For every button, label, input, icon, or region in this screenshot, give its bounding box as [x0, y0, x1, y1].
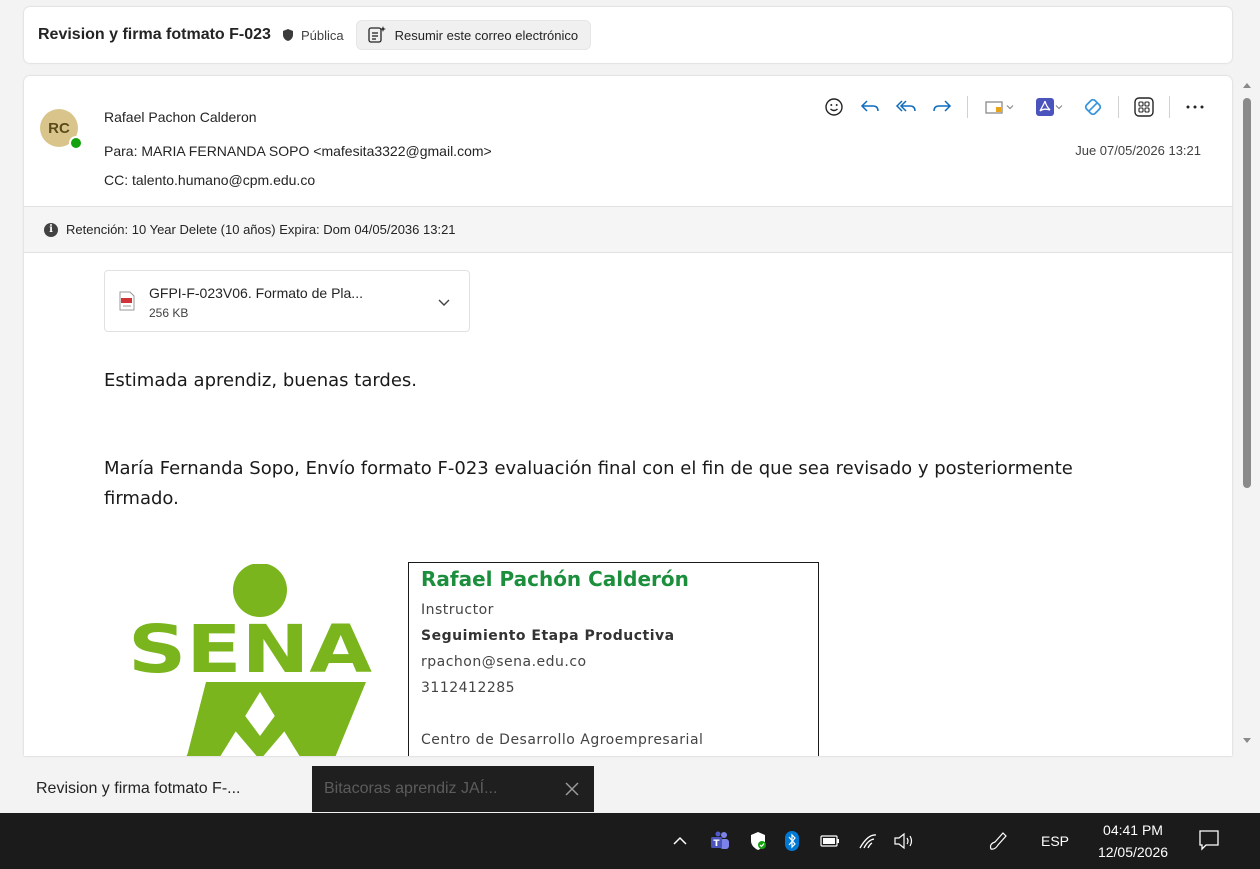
svg-text:T: T [713, 839, 720, 849]
wifi-icon[interactable] [856, 829, 880, 853]
attachment-name: GFPI-F-023V06. Formato de Pla... [149, 285, 363, 301]
apps-grid-icon[interactable] [1133, 96, 1155, 118]
signature-role: Instructor [421, 602, 494, 618]
tab-bitacoras-label: Bitacoras aprendiz JAÍ... [324, 780, 498, 797]
battery-icon[interactable] [818, 829, 842, 853]
scroll-thumb[interactable] [1243, 98, 1251, 488]
toolbar-divider [1169, 96, 1170, 118]
retention-text: Retención: 10 Year Delete (10 años) Expi… [66, 222, 456, 237]
close-icon[interactable] [562, 779, 582, 799]
attachment-card[interactable]: GFPI-F-023V06. Formato de Pla... 256 KB [104, 270, 470, 332]
subject-card: Revision y firma fotmato F-023 Pública R… [24, 7, 1232, 63]
signature-email[interactable]: rpachon@sena.edu.co [421, 649, 818, 675]
notification-center-icon[interactable] [1198, 829, 1220, 851]
clock-date: 12/05/2026 [1097, 844, 1169, 860]
message-greeting: Estimada aprendiz, buenas tardes. [104, 370, 418, 391]
open-items-tabs: Revision y firma fotmato F-... Bitacoras… [0, 766, 1260, 812]
reply-all-icon[interactable] [895, 96, 917, 118]
pdf-file-icon [119, 291, 135, 311]
teams-icon[interactable]: T [708, 829, 732, 853]
message-date: Jue 07/05/2026 13:21 [1075, 143, 1201, 158]
signature-area: Seguimiento Etapa Productiva [421, 628, 675, 644]
windows-taskbar: T ESP 04:41 PM 12/05/2026 [0, 813, 1260, 869]
show-hidden-icons-chevron-up-icon[interactable] [668, 829, 692, 853]
summarize-label: Resumir este correo electrónico [394, 27, 579, 43]
taskbar-clock[interactable]: 04:41 PM 12/05/2026 [1088, 819, 1178, 863]
forward-icon[interactable] [931, 96, 953, 118]
summarize-button[interactable]: Resumir este correo electrónico [355, 20, 592, 50]
to-recipients[interactable]: Para: MARIA FERNANDA SOPO <mafesita3322@… [104, 143, 492, 159]
clock-time: 04:41 PM [1103, 822, 1163, 838]
loop-addin-icon[interactable] [1082, 96, 1104, 118]
tab-bitacoras[interactable]: Bitacoras aprendiz JAÍ... [312, 766, 594, 812]
sender-name[interactable]: Rafael Pachon Calderon [104, 109, 257, 125]
message-toolbar [823, 96, 1206, 118]
signature-center: Centro de Desarrollo Agroempresarial [421, 732, 704, 748]
chevron-down-icon [1055, 105, 1063, 110]
volume-icon[interactable] [892, 829, 916, 853]
scrollbar[interactable] [1241, 76, 1257, 756]
shield-icon [282, 29, 293, 41]
scroll-down-arrow-icon[interactable] [1243, 738, 1251, 744]
attachment-size: 256 KB [149, 306, 189, 320]
chevron-down-icon [1006, 105, 1014, 110]
visibility-label: Pública [300, 27, 344, 43]
toolbar-divider [1118, 96, 1119, 118]
adobe-pdf-button[interactable] [1032, 96, 1068, 118]
message-header: RC Rafael Pachon Calderon Para: MARIA FE… [24, 76, 1232, 207]
folder-tag-icon [985, 101, 1003, 114]
svg-text:SENA: SENA [128, 611, 372, 688]
presence-available-icon [69, 136, 83, 150]
input-language-indicator[interactable]: ESP [1041, 833, 1069, 849]
email-subject: Revision y firma fotmato F-023 [38, 26, 271, 43]
tab-revision-firma[interactable]: Revision y firma fotmato F-... [24, 766, 253, 812]
summary-sparkle-icon [367, 26, 386, 43]
more-actions-icon[interactable] [1184, 96, 1206, 118]
message-reading-pane: RC Rafael Pachon Calderon Para: MARIA FE… [24, 76, 1232, 756]
scroll-up-arrow-icon[interactable] [1243, 82, 1251, 88]
security-shield-icon[interactable] [746, 829, 770, 853]
signature-phone: 3112412285 [421, 680, 516, 696]
chevron-down-icon[interactable] [437, 295, 451, 309]
adobe-acrobat-icon [1036, 98, 1054, 116]
pen-ink-icon[interactable] [986, 829, 1010, 853]
emoji-reaction-icon[interactable] [823, 96, 845, 118]
message-body: María Fernanda Sopo, Envío formato F-023… [104, 458, 1073, 509]
cc-recipients[interactable]: CC: talento.humano@cpm.edu.co [104, 172, 315, 188]
signature-name: Rafael Pachón Calderón [421, 567, 689, 591]
sena-logo: SENA [128, 564, 372, 756]
move-to-folder-button[interactable] [982, 96, 1018, 118]
info-icon: i [44, 222, 58, 237]
toolbar-divider [967, 96, 968, 118]
retention-banner: i Retención: 10 Year Delete (10 años) Ex… [24, 207, 1232, 253]
reply-icon[interactable] [859, 96, 881, 118]
email-signature: Rafael Pachón Calderón Instructor Seguim… [408, 562, 819, 756]
bluetooth-icon[interactable] [780, 829, 804, 853]
